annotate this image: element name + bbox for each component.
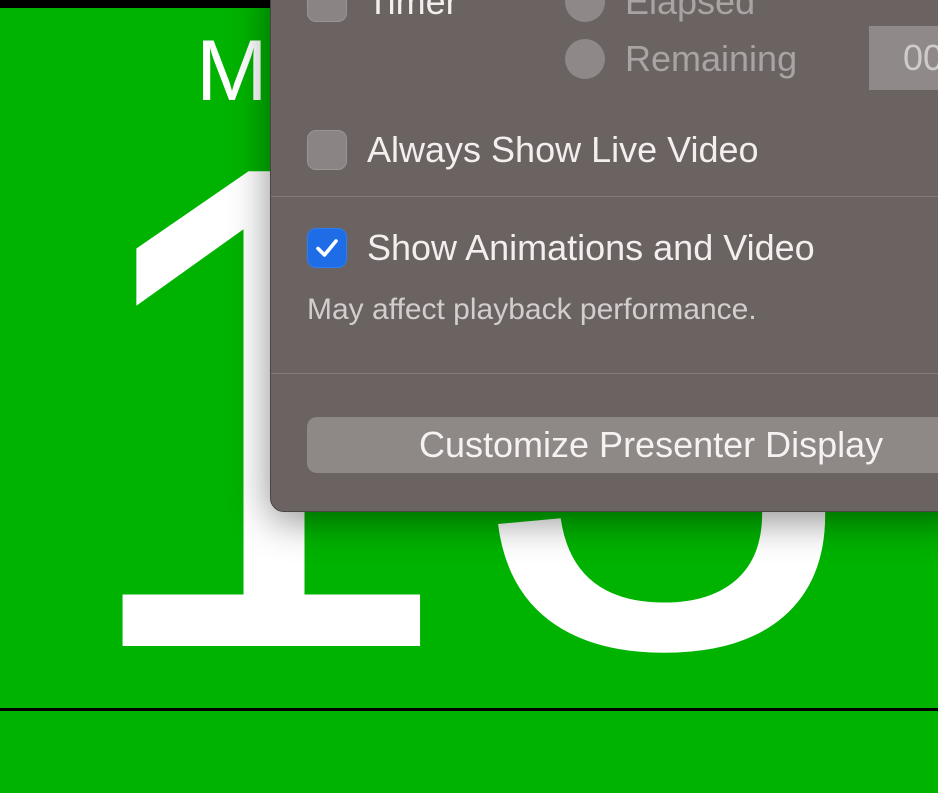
elapsed-label: Elapsed <box>625 0 756 22</box>
always-show-live-video-label: Always Show Live Video <box>367 129 759 170</box>
remaining-radio[interactable] <box>565 39 605 79</box>
presenter-options-popover: Timer Elapsed Remaining 00 Always Show L… <box>270 0 938 512</box>
timer-label: Timer <box>367 0 458 22</box>
divider <box>271 373 938 374</box>
playback-performance-hint: May affect playback performance. <box>307 293 757 326</box>
remaining-label: Remaining <box>625 38 798 79</box>
show-animations-checkbox[interactable] <box>307 228 347 268</box>
checkmark-icon <box>316 239 338 257</box>
always-show-live-video-checkbox[interactable] <box>307 130 347 170</box>
customize-presenter-display-button[interactable]: Customize Presenter Display <box>307 417 938 473</box>
elapsed-radio[interactable] <box>565 0 605 22</box>
timer-checkbox[interactable] <box>307 0 347 22</box>
elapsed-option[interactable]: Elapsed <box>565 0 755 23</box>
timer-duration-field[interactable]: 00 <box>869 26 938 90</box>
remaining-option[interactable]: Remaining <box>565 38 797 80</box>
timer-row: Timer <box>307 0 458 23</box>
always-show-live-video-row[interactable]: Always Show Live Video <box>307 129 759 171</box>
show-animations-label: Show Animations and Video <box>367 227 815 268</box>
show-animations-row[interactable]: Show Animations and Video <box>307 227 815 269</box>
divider <box>271 196 938 197</box>
